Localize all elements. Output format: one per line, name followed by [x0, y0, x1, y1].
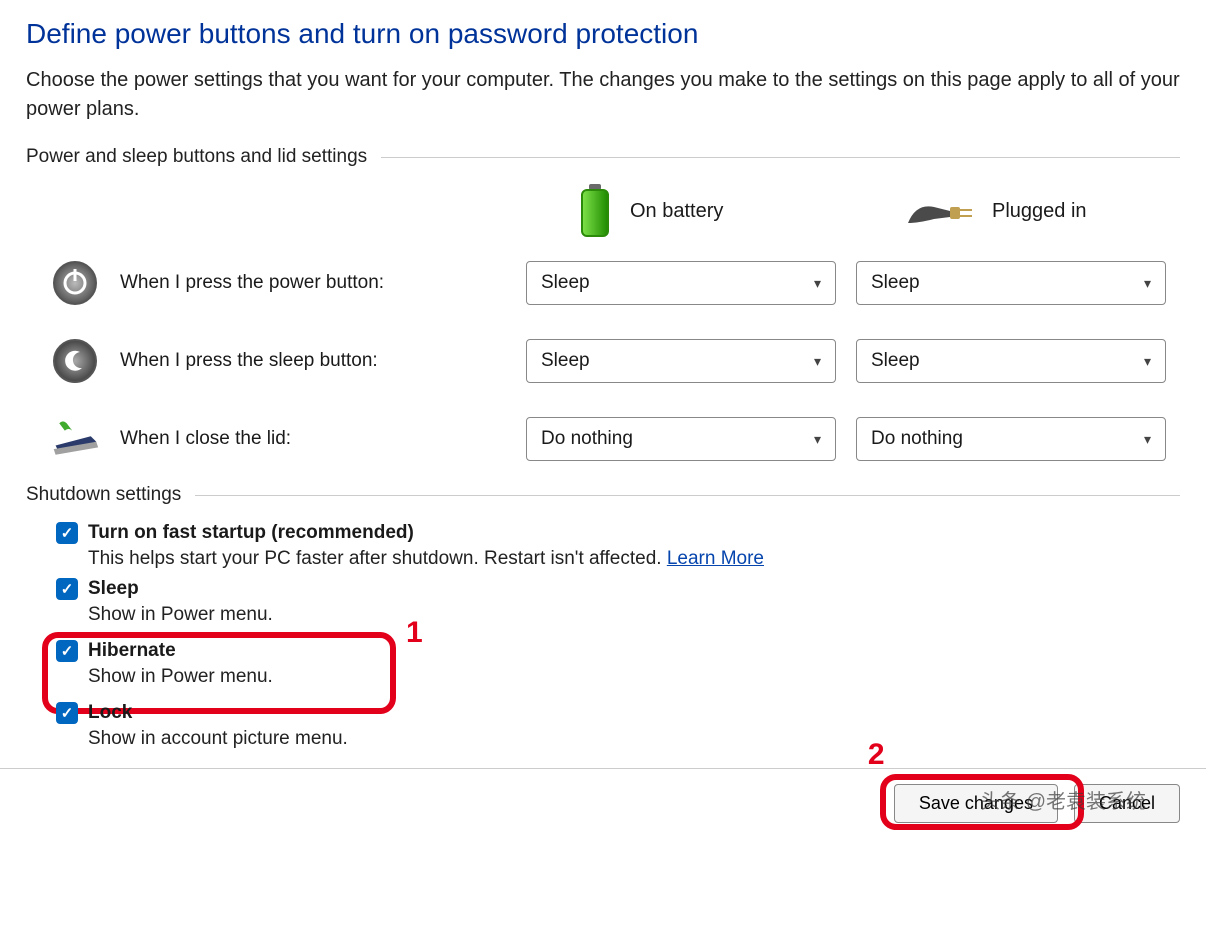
section-shutdown-label: Shutdown settings: [26, 484, 181, 506]
sleep-button-plugged-dropdown[interactable]: Sleep ▾: [856, 339, 1166, 383]
dropdown-value: Sleep: [541, 350, 590, 372]
desc-text: This helps start your PC faster after sh…: [88, 548, 667, 569]
save-changes-button[interactable]: Save changes: [894, 784, 1058, 823]
section-shutdown-header: Shutdown settings: [26, 484, 1180, 506]
page-description: Choose the power settings that you want …: [26, 66, 1180, 124]
annotation-number-2: 2: [868, 738, 885, 772]
fast-startup-label: Turn on fast startup (recommended): [88, 522, 414, 544]
chevron-down-icon: ▾: [814, 431, 821, 448]
checkbox-hibernate: 1 ✓ Hibernate Show in Power menu.: [56, 634, 1180, 694]
close-lid-plugged-dropdown[interactable]: Do nothing ▾: [856, 417, 1166, 461]
sleep-label: Sleep: [88, 578, 139, 600]
checkbox-icon[interactable]: ✓: [56, 702, 78, 724]
sleep-desc: Show in Power menu.: [88, 604, 1180, 626]
shutdown-settings-list: ✓ Turn on fast startup (recommended) Thi…: [26, 522, 1180, 750]
checkbox-icon[interactable]: ✓: [56, 578, 78, 600]
lock-label: Lock: [88, 702, 132, 724]
row-close-lid: When I close the lid: Do nothing ▾ Do no…: [26, 414, 1186, 464]
divider: [381, 157, 1180, 158]
hibernate-desc: Show in Power menu.: [88, 666, 1180, 688]
lock-desc: Show in account picture menu.: [88, 728, 1180, 750]
hibernate-label: Hibernate: [88, 640, 176, 662]
power-button-battery-dropdown[interactable]: Sleep ▾: [526, 261, 836, 305]
sleep-button-battery-dropdown[interactable]: Sleep ▾: [526, 339, 836, 383]
dropdown-value: Do nothing: [541, 428, 633, 450]
annotation-number-1: 1: [406, 616, 423, 650]
power-button-plugged-dropdown[interactable]: Sleep ▾: [856, 261, 1166, 305]
laptop-lid-icon: [50, 414, 100, 464]
chevron-down-icon: ▾: [814, 353, 821, 370]
checkbox-lock: ✓ Lock Show in account picture menu.: [56, 702, 1180, 750]
sleep-button-label: When I press the sleep button:: [120, 350, 378, 372]
checkbox-fast-startup: ✓ Turn on fast startup (recommended) Thi…: [56, 522, 1180, 570]
column-plugged-in: Plugged in: [856, 193, 1186, 229]
learn-more-link[interactable]: Learn More: [667, 548, 764, 569]
row-sleep-button: When I press the sleep button: Sleep ▾ S…: [26, 336, 1186, 386]
footer-buttons: 2 Save changes Cancel: [0, 768, 1206, 838]
checkbox-icon[interactable]: ✓: [56, 522, 78, 544]
column-plugged-in-label: Plugged in: [992, 200, 1087, 223]
power-button-icon: [50, 258, 100, 308]
chevron-down-icon: ▾: [1144, 353, 1151, 370]
fast-startup-desc: This helps start your PC faster after sh…: [88, 548, 1180, 570]
checkbox-icon[interactable]: ✓: [56, 640, 78, 662]
close-lid-label: When I close the lid:: [120, 428, 291, 450]
battery-icon: [576, 184, 614, 238]
divider: [195, 495, 1180, 496]
dropdown-value: Sleep: [871, 272, 920, 294]
dropdown-value: Do nothing: [871, 428, 963, 450]
row-power-button: When I press the power button: Sleep ▾ S…: [26, 258, 1186, 308]
cancel-button[interactable]: Cancel: [1074, 784, 1180, 823]
close-lid-battery-dropdown[interactable]: Do nothing ▾: [526, 417, 836, 461]
power-button-label: When I press the power button:: [120, 272, 384, 294]
chevron-down-icon: ▾: [1144, 431, 1151, 448]
plug-icon: [906, 193, 976, 229]
page-title: Define power buttons and turn on passwor…: [26, 18, 1180, 50]
dropdown-value: Sleep: [871, 350, 920, 372]
dropdown-value: Sleep: [541, 272, 590, 294]
chevron-down-icon: ▾: [814, 275, 821, 292]
columns-header: On battery Plugged in: [26, 184, 1186, 238]
sleep-button-icon: [50, 336, 100, 386]
section-power-sleep-header: Power and sleep buttons and lid settings: [26, 146, 1180, 168]
chevron-down-icon: ▾: [1144, 275, 1151, 292]
column-on-battery-label: On battery: [630, 200, 723, 223]
column-on-battery: On battery: [526, 184, 856, 238]
section-power-sleep-label: Power and sleep buttons and lid settings: [26, 146, 367, 168]
checkbox-sleep: ✓ Sleep Show in Power menu.: [56, 578, 1180, 626]
